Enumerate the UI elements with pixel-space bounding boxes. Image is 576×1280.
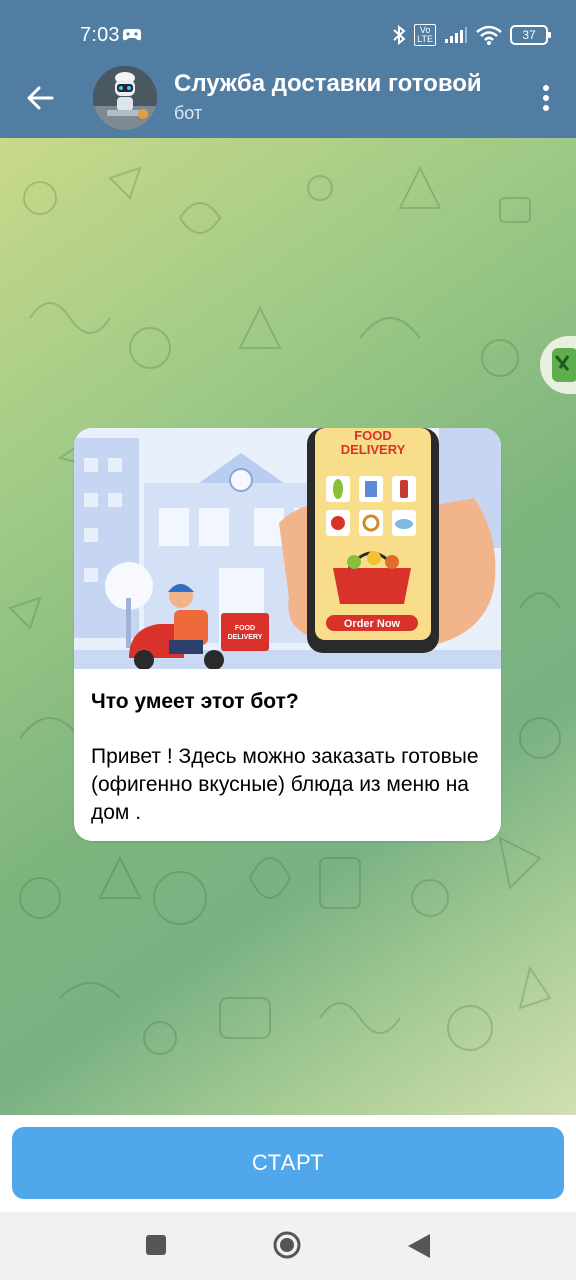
signal-icon <box>445 27 467 43</box>
volte-icon: Vo LTE <box>414 24 436 46</box>
screen: 7:03 Vo LTE 37 Служба доставки готовой б… <box>0 0 576 1280</box>
box-label-line1: FOOD <box>235 625 255 632</box>
sticker-icon <box>552 348 576 382</box>
status-right: Vo LTE 37 <box>392 24 551 46</box>
battery-icon: 37 <box>510 25 551 45</box>
back-button[interactable] <box>22 80 58 116</box>
phone-label-line1: FOOD <box>354 428 392 443</box>
chat-header: Служба доставки готовой бот <box>0 62 576 138</box>
square-recents-icon[interactable] <box>146 1235 166 1255</box>
order-now-label: Order Now <box>344 618 401 630</box>
robot-chef-icon <box>93 66 157 130</box>
status-bar: 7:03 Vo LTE 37 <box>0 0 576 62</box>
card-description: Привет ! Здесь можно заказать готовые (о… <box>91 745 479 824</box>
more-vertical-icon[interactable] <box>538 80 554 116</box>
chat-title[interactable]: Служба доставки готовой <box>174 70 504 98</box>
box-label-line2: DELIVERY <box>228 634 263 641</box>
card-title: Что умеет этот бот? <box>91 690 299 713</box>
bottom-panel: СТАРТ <box>0 1115 576 1212</box>
start-button[interactable]: СТАРТ <box>12 1127 564 1199</box>
game-controller-icon <box>123 29 141 41</box>
phone-label-line2: DELIVERY <box>341 442 406 457</box>
triangle-back-icon[interactable] <box>406 1232 432 1260</box>
chat-subtitle: бот <box>174 103 203 123</box>
status-time: 7:03 <box>80 24 120 46</box>
circle-home-icon[interactable] <box>273 1231 301 1259</box>
sticker-suggestion-button[interactable] <box>540 336 576 394</box>
food-delivery-illustration: FOOD DELIVERY FOOD DELIVERY Order Now <box>74 428 501 669</box>
wifi-icon <box>476 25 502 45</box>
bot-info-card: FOOD DELIVERY FOOD DELIVERY Order Now Чт… <box>74 428 501 841</box>
bot-avatar[interactable] <box>93 66 157 130</box>
system-nav-bar <box>0 1212 576 1280</box>
chat-background: FOOD DELIVERY FOOD DELIVERY Order Now Чт… <box>0 138 576 1115</box>
bluetooth-icon <box>393 25 406 45</box>
